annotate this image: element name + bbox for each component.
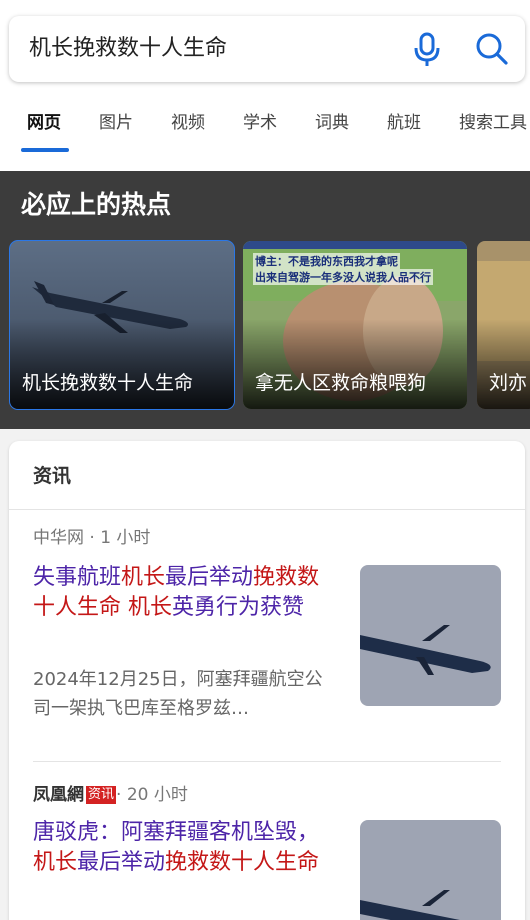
divider	[9, 509, 525, 510]
trending-card-label: 刘亦	[489, 372, 528, 394]
header: 机长挽救数十人生命 网页 图片 视频 学术 词典 航班 搜索工具	[0, 0, 530, 171]
tab-academic[interactable]: 学术	[243, 100, 277, 152]
news-panel: 资讯 中华网 · 1 小时 失事航班机长最后举动挽救数十人生命 机长英勇行为获赞…	[9, 441, 525, 920]
headline-text	[121, 595, 128, 620]
search-box[interactable]: 机长挽救数十人生命	[9, 16, 525, 82]
headline-text: 唐驳虎：阿塞拜疆客机坠毁，	[33, 820, 320, 845]
tab-flights[interactable]: 航班	[387, 100, 421, 152]
news-header: 资讯	[33, 465, 72, 487]
news-source: 中华网 · 1 小时	[33, 528, 151, 548]
news-headline[interactable]: 失事航班机长最后举动挽救数十人生命 机长英勇行为获赞	[33, 563, 333, 623]
tab-images[interactable]: 图片	[99, 100, 133, 152]
headline-highlight: 挽救	[253, 565, 298, 590]
news-time: · 20 小时	[116, 785, 188, 805]
news-thumbnail[interactable]	[360, 565, 501, 706]
news-item[interactable]: 凤凰網 资讯 · 20 小时 唐驳虎：阿塞拜疆客机坠毁， 机长最后举动挽救数十人生命	[33, 782, 501, 920]
search-input[interactable]: 机长挽救数十人生命	[29, 16, 227, 82]
trending-card[interactable]: 刘亦	[477, 241, 530, 409]
trending-card-label: 拿无人区救命粮喂狗	[255, 372, 427, 394]
news-thumbnail[interactable]	[360, 820, 501, 920]
microphone-icon[interactable]	[407, 28, 447, 70]
source-logo: 凤凰網	[33, 785, 84, 805]
trending-section: 必应上的热点 机长挽救数十人生命 博主：不是我的东西我才拿呢 出来自驾游一年多没…	[0, 171, 530, 429]
headline-text: 英勇行为获赞	[172, 595, 305, 620]
news-item[interactable]: 中华网 · 1 小时 失事航班机长最后举动挽救数十人生命 机长英勇行为获赞 20…	[33, 525, 501, 719]
headline-highlight: 机长	[128, 595, 173, 620]
tab-dictionary[interactable]: 词典	[315, 100, 349, 152]
headline-highlight: 机长	[33, 850, 78, 875]
headline-highlight: 机长	[121, 565, 166, 590]
trending-card[interactable]: 机长挽救数十人生命	[9, 240, 235, 410]
headline-text: 最后举动	[77, 850, 166, 875]
search-tabs: 网页 图片 视频 学术 词典 航班 搜索工具	[0, 100, 530, 156]
divider	[33, 761, 501, 762]
source-badge: 资讯	[86, 786, 117, 804]
trending-card-label: 机长挽救数十人生命	[22, 372, 194, 394]
search-icon[interactable]	[470, 28, 514, 70]
news-snippet: 2024年12月25日，阿塞拜疆航空公司一架执飞巴库至格罗兹…	[33, 669, 323, 719]
video-caption-line: 出来自驾游一年多没人说我人品不行	[253, 269, 433, 285]
active-tab-indicator	[21, 148, 69, 152]
headline-text: 失事航班	[33, 565, 122, 590]
trending-card[interactable]: 博主：不是我的东西我才拿呢 出来自驾游一年多没人说我人品不行 拿无人区救命粮喂狗	[243, 241, 467, 409]
video-caption-line: 博主：不是我的东西我才拿呢	[253, 253, 400, 269]
tab-videos[interactable]: 视频	[171, 100, 205, 152]
news-headline[interactable]: 唐驳虎：阿塞拜疆客机坠毁， 机长最后举动挽救数十人生命	[33, 818, 333, 878]
trending-title: 必应上的热点	[21, 190, 172, 219]
tab-search-tools[interactable]: 搜索工具	[459, 100, 527, 152]
tab-web[interactable]: 网页	[27, 100, 61, 152]
headline-highlight: 挽救数十人生命	[165, 850, 320, 875]
news-source: 凤凰網 资讯 · 20 小时	[33, 782, 501, 808]
headline-text: 最后举动	[165, 565, 254, 590]
